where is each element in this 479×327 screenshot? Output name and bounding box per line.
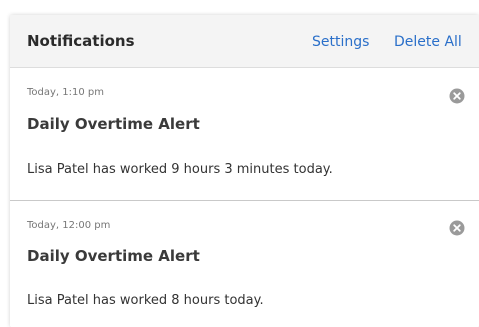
notifications-panel: Notifications Settings Delete All Today,…: [10, 15, 479, 327]
settings-link[interactable]: Settings: [312, 34, 369, 51]
notification-message: Lisa Patel has worked 9 hours 3 minutes …: [27, 162, 333, 177]
delete-all-link[interactable]: Delete All: [394, 34, 462, 51]
close-circle-icon[interactable]: [449, 220, 465, 236]
notification-item: Today, 12:00 pm Daily Overtime Alert Lis…: [10, 201, 479, 327]
notification-timestamp: Today, 1:10 pm: [27, 87, 105, 98]
close-circle-icon[interactable]: [449, 88, 465, 104]
notification-item: Today, 1:10 pm Daily Overtime Alert Lisa…: [10, 68, 479, 200]
notification-timestamp: Today, 12:00 pm: [27, 220, 111, 231]
notification-message: Lisa Patel has worked 8 hours today.: [27, 293, 264, 308]
panel-header: Notifications Settings Delete All: [10, 15, 479, 68]
panel-title: Notifications: [27, 32, 135, 50]
notification-title: Daily Overtime Alert: [27, 115, 200, 133]
notification-title: Daily Overtime Alert: [27, 247, 200, 265]
